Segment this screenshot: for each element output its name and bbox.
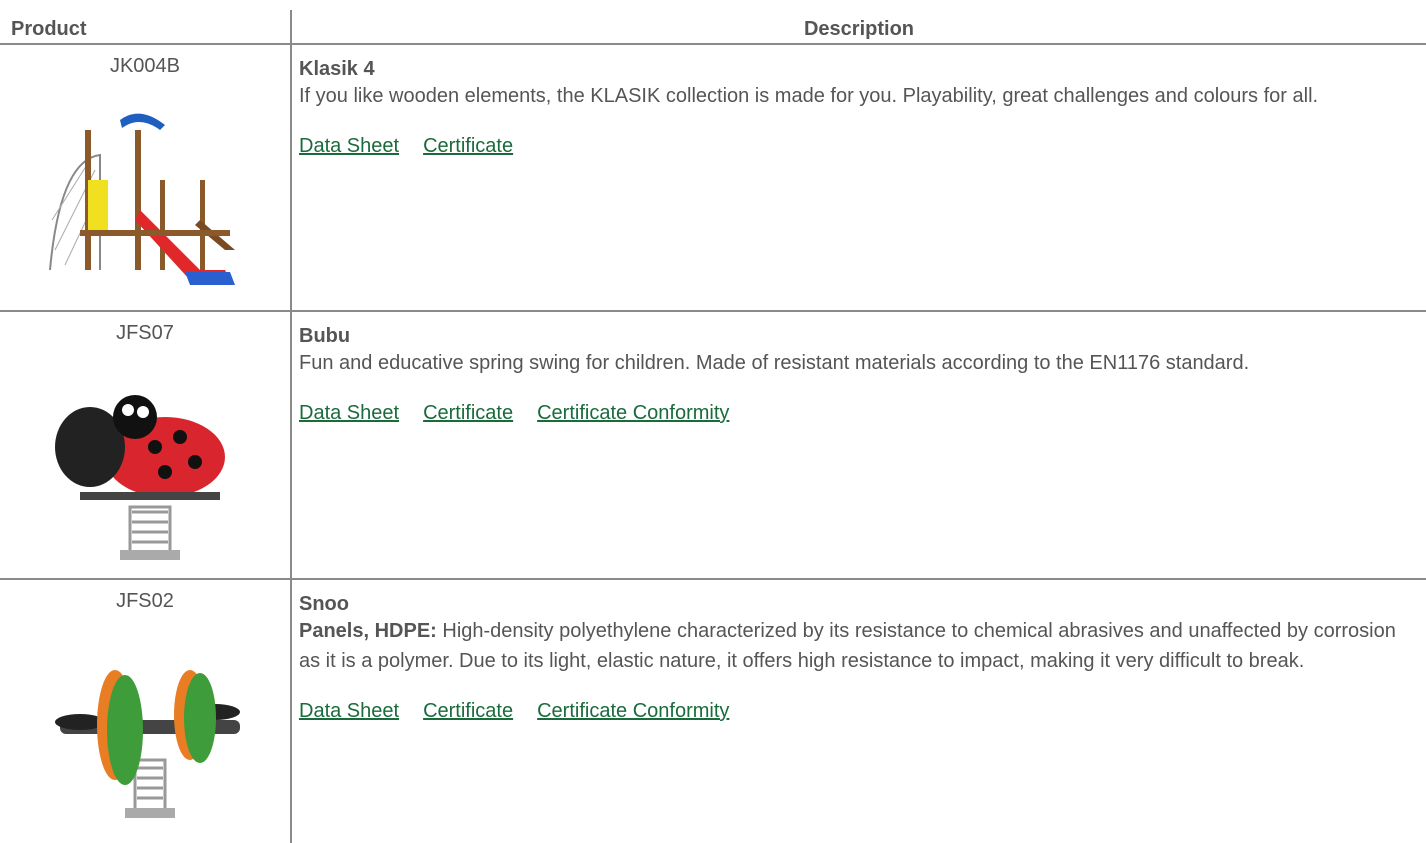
- product-description: Fun and educative spring swing for child…: [299, 352, 1250, 374]
- description-cell: Snoo Panels, HDPE: High-density polyethy…: [299, 592, 1420, 723]
- table-row: JFS07 Bubu Fun and educative spring swin…: [0, 312, 1426, 580]
- description-cell: Bubu Fun and educative spring swing for …: [299, 324, 1420, 425]
- certificate-link[interactable]: Certificate: [423, 135, 513, 157]
- table-header: Product Description: [0, 0, 1426, 45]
- description-cell: Klasik 4 If you like wooden elements, th…: [299, 57, 1420, 158]
- product-links: Data Sheet Certificate: [299, 135, 1420, 158]
- product-code: JFS02: [116, 590, 174, 612]
- description-bold-label: Panels, HDPE:: [299, 620, 437, 642]
- snoo-spring-rider-image: [55, 670, 240, 818]
- product-links: Data Sheet Certificate Certificate Conform…: [299, 402, 1420, 425]
- data-sheet-link[interactable]: Data Sheet: [299, 402, 399, 424]
- header-description: Description: [803, 18, 915, 40]
- product-description: Panels, HDPE: High-density polyethylene …: [299, 616, 1420, 676]
- header-product: Product: [11, 18, 87, 40]
- playground-klasik-image: [49, 113, 235, 285]
- certificate-link[interactable]: Certificate: [423, 700, 513, 722]
- table-row: JFS02 Snoo Panels, HDPE: High-density po…: [0, 580, 1426, 843]
- column-divider: [290, 312, 292, 578]
- product-name: Bubu: [299, 325, 351, 347]
- data-sheet-link[interactable]: Data Sheet: [299, 700, 399, 722]
- certificate-link[interactable]: Certificate: [423, 402, 513, 424]
- ladybug-spring-rider-image: [55, 395, 225, 560]
- product-cell: JFS07: [0, 312, 290, 578]
- column-divider: [290, 45, 292, 310]
- product-name: Snoo: [299, 593, 349, 615]
- description-text: High-density polyethylene characterized …: [299, 620, 1396, 672]
- product-name: Klasik 4: [299, 58, 375, 80]
- product-description: If you like wooden elements, the KLASIK …: [299, 85, 1319, 107]
- product-cell: JK004B: [0, 45, 290, 310]
- product-code: JK004B: [109, 55, 181, 77]
- table-row: JK004B Klasik 4 If you like wooden eleme…: [0, 45, 1426, 312]
- column-divider: [290, 580, 292, 843]
- certificate-conformity-link[interactable]: Certificate Conformity: [537, 700, 729, 722]
- product-code: JFS07: [116, 322, 174, 344]
- certificate-conformity-link[interactable]: Certificate Conformity: [537, 402, 729, 424]
- product-cell: JFS02: [0, 580, 290, 843]
- product-links: Data Sheet Certificate Certificate Conform…: [299, 700, 1420, 723]
- product-table: Product Description JK004B Klasik 4 If y…: [0, 0, 1426, 843]
- data-sheet-link[interactable]: Data Sheet: [299, 135, 399, 157]
